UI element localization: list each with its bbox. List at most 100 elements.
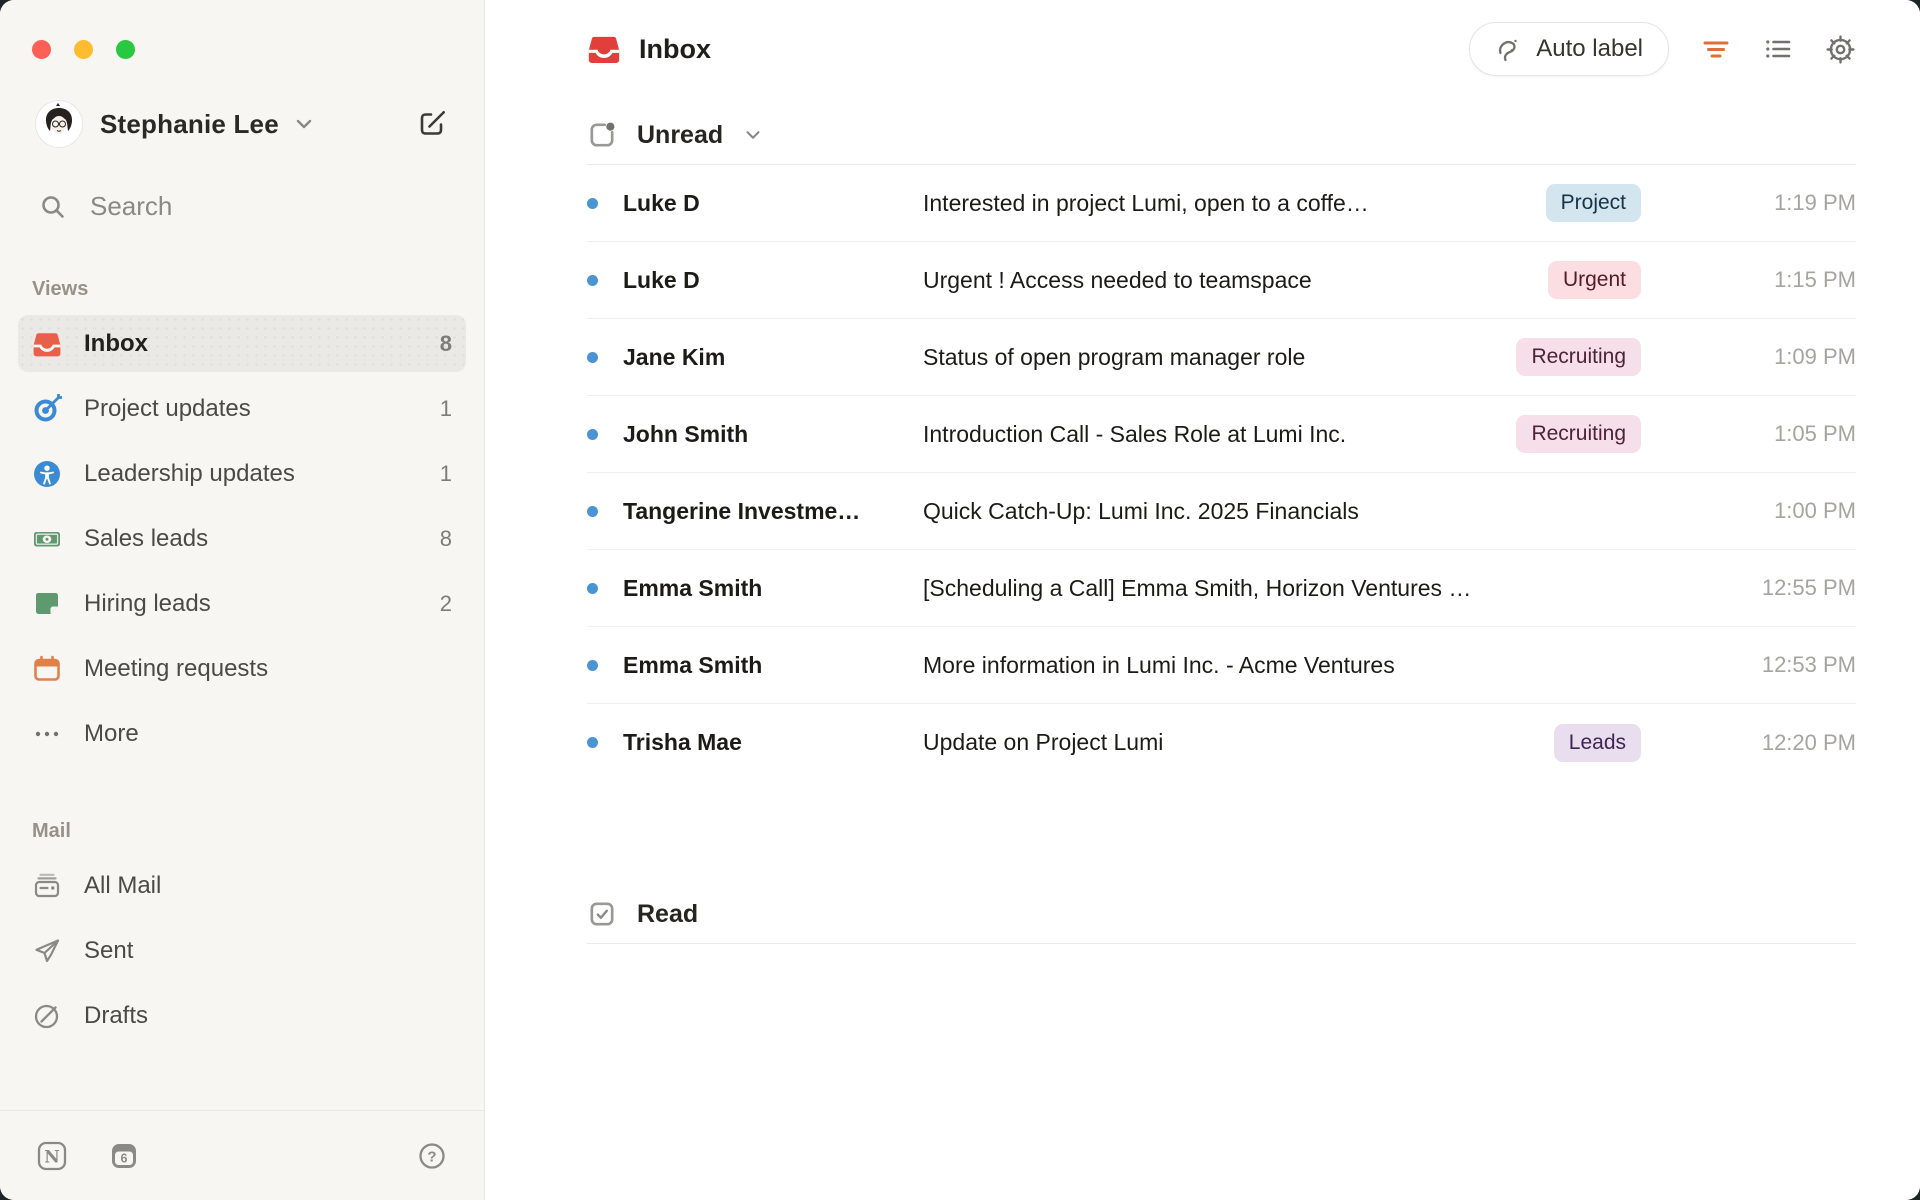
- email-subject: Status of open program manager role: [923, 344, 1516, 371]
- unread-dot-icon: [587, 660, 598, 671]
- account-switcher[interactable]: Stephanie Lee: [36, 101, 448, 147]
- zoom-window-button[interactable]: [116, 40, 135, 59]
- email-row[interactable]: Emma Smith More information in Lumi Inc.…: [587, 627, 1856, 704]
- email-sender: Tangerine Investme…: [623, 498, 923, 525]
- email-time: 1:05 PM: [1671, 421, 1856, 447]
- unread-dot-icon: [587, 429, 598, 440]
- sidebar-item-meeting-requests[interactable]: Meeting requests: [18, 640, 466, 697]
- chevron-down-icon: [293, 113, 315, 135]
- notion-logo-icon[interactable]: N: [36, 1140, 68, 1172]
- svg-text:?: ?: [427, 1148, 436, 1165]
- email-row[interactable]: Trisha Mae Update on Project Lumi Leads …: [587, 704, 1856, 781]
- avatar: [36, 101, 82, 147]
- sidebar-item-count: 2: [440, 591, 452, 617]
- email-subject: Quick Catch-Up: Lumi Inc. 2025 Financial…: [923, 498, 1671, 525]
- search-input[interactable]: Search: [38, 191, 446, 222]
- email-label-badge: Urgent: [1548, 261, 1641, 299]
- notion-calendar-icon[interactable]: 6: [108, 1140, 140, 1172]
- email-subject: Update on Project Lumi: [923, 729, 1554, 756]
- email-sender: John Smith: [623, 421, 923, 448]
- auto-label-wand-icon: [1495, 35, 1523, 63]
- views-nav: Inbox 8 Project updates 1: [0, 315, 484, 770]
- sidebar-item-label: Project updates: [84, 395, 251, 423]
- sidebar-item-all-mail[interactable]: All Mail: [18, 857, 466, 914]
- app-window: Stephanie Lee Search Views: [0, 0, 1920, 1200]
- email-label-badge: Recruiting: [1516, 338, 1641, 376]
- email-time: 12:55 PM: [1671, 575, 1856, 601]
- sidebar: Stephanie Lee Search Views: [0, 0, 485, 1200]
- email-row[interactable]: Luke D Urgent ! Access needed to teamspa…: [587, 242, 1856, 319]
- email-time: 1:19 PM: [1671, 190, 1856, 216]
- sidebar-item-label: Sent: [84, 937, 133, 965]
- read-checkbox-icon: [587, 899, 617, 929]
- calendar-icon: [32, 654, 62, 684]
- minimize-window-button[interactable]: [74, 40, 93, 59]
- search-icon: [38, 192, 68, 222]
- views-section-label: Views: [32, 278, 484, 301]
- unread-dot-icon: [587, 352, 598, 363]
- email-sender: Trisha Mae: [623, 729, 923, 756]
- email-label-badge: Project: [1546, 184, 1641, 222]
- header-controls: Auto label: [1469, 22, 1856, 76]
- mail-nav: All Mail Sent Drafts: [0, 857, 484, 1052]
- sidebar-item-leadership-updates[interactable]: Leadership updates 1: [18, 445, 466, 502]
- email-row[interactable]: John Smith Introduction Call - Sales Rol…: [587, 396, 1856, 473]
- sidebar-item-sent[interactable]: Sent: [18, 922, 466, 979]
- sidebar-item-project-updates[interactable]: Project updates 1: [18, 380, 466, 437]
- unread-section-header[interactable]: Unread: [587, 106, 1856, 164]
- gear-icon[interactable]: [1825, 34, 1856, 65]
- read-section-header[interactable]: Read: [587, 885, 1856, 943]
- email-row[interactable]: Emma Smith [Scheduling a Call] Emma Smit…: [587, 550, 1856, 627]
- svg-text:6: 6: [121, 1151, 128, 1165]
- email-sender: Jane Kim: [623, 344, 923, 371]
- email-row[interactable]: Tangerine Investme… Quick Catch-Up: Lumi…: [587, 473, 1856, 550]
- email-subject: Interested in project Lumi, open to a co…: [923, 190, 1546, 217]
- sidebar-item-label: Hiring leads: [84, 590, 211, 618]
- inbox-icon: [587, 32, 621, 66]
- chevron-down-icon: [743, 125, 763, 145]
- sidebar-item-label: Drafts: [84, 1002, 148, 1030]
- auto-label-button[interactable]: Auto label: [1469, 22, 1669, 76]
- sidebar-item-label: Sales leads: [84, 525, 208, 553]
- email-time: 1:09 PM: [1671, 344, 1856, 370]
- filter-icon[interactable]: [1701, 34, 1731, 64]
- email-label-badge: Recruiting: [1516, 415, 1641, 453]
- search-placeholder: Search: [90, 191, 172, 222]
- sidebar-item-sales-leads[interactable]: Sales leads 8: [18, 510, 466, 567]
- main-panel: Inbox Auto label: [485, 0, 1920, 1200]
- page-title: Inbox: [587, 32, 711, 66]
- email-row[interactable]: Luke D Interested in project Lumi, open …: [587, 165, 1856, 242]
- email-subject: [Scheduling a Call] Emma Smith, Horizon …: [923, 575, 1671, 602]
- banknote-icon: [32, 524, 62, 554]
- close-window-button[interactable]: [32, 40, 51, 59]
- sidebar-item-more[interactable]: More: [18, 705, 466, 762]
- help-icon[interactable]: ?: [416, 1140, 448, 1172]
- email-subject: More information in Lumi Inc. - Acme Ven…: [923, 652, 1671, 679]
- auto-label-text: Auto label: [1536, 35, 1643, 63]
- window-controls: [0, 0, 484, 59]
- email-row[interactable]: Jane Kim Status of open program manager …: [587, 319, 1856, 396]
- profile-name: Stephanie Lee: [100, 109, 279, 140]
- target-icon: [32, 394, 62, 424]
- divider: [587, 943, 1856, 944]
- email-sender: Luke D: [623, 190, 923, 217]
- unread-dot-icon: [587, 506, 598, 517]
- email-sender: Emma Smith: [623, 575, 923, 602]
- sidebar-item-label: More: [84, 720, 139, 748]
- read-section-label: Read: [637, 900, 698, 929]
- sidebar-item-hiring-leads[interactable]: Hiring leads 2: [18, 575, 466, 632]
- svg-text:N: N: [44, 1147, 60, 1167]
- compose-icon[interactable]: [416, 108, 448, 140]
- sidebar-item-inbox[interactable]: Inbox 8: [18, 315, 466, 372]
- email-subject: Urgent ! Access needed to teamspace: [923, 267, 1548, 294]
- sidebar-item-count: 1: [440, 396, 452, 422]
- sidebar-footer: N 6 ?: [0, 1110, 484, 1200]
- mail-stack-icon: [32, 871, 62, 901]
- sidebar-item-drafts[interactable]: Drafts: [18, 987, 466, 1044]
- sidebar-item-label: All Mail: [84, 872, 161, 900]
- ellipsis-icon: [32, 719, 62, 749]
- unread-dot-icon: [587, 198, 598, 209]
- email-time: 1:00 PM: [1671, 498, 1856, 524]
- paper-plane-icon: [32, 936, 62, 966]
- list-view-icon[interactable]: [1763, 34, 1793, 64]
